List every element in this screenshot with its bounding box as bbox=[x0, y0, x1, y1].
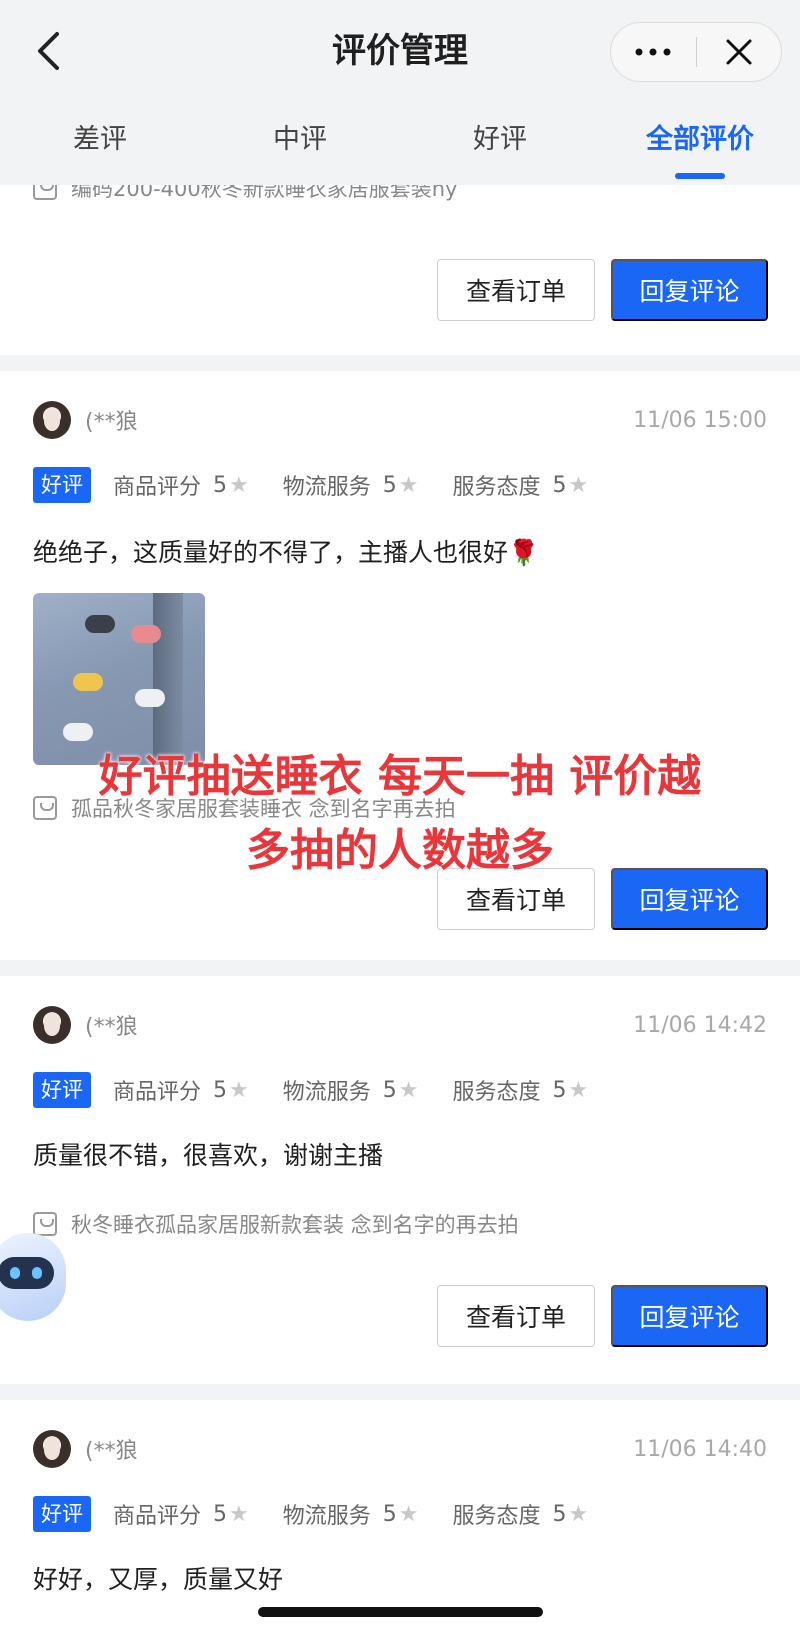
review-tabs: 差评 中评 好评 全部评价 bbox=[0, 112, 800, 185]
attitude-rating: 服务态度 5 ★ bbox=[453, 1074, 589, 1106]
more-icon[interactable] bbox=[611, 23, 696, 81]
rating-value: 5 bbox=[213, 1077, 228, 1103]
review-list: 编码200-400秋冬新款睡衣家居服套装ny 查看订单 回复评论 (**狼 11… bbox=[0, 176, 800, 1636]
view-order-button[interactable]: 查看订单 bbox=[437, 259, 595, 321]
review-header: (**狼 bbox=[33, 1430, 138, 1468]
bag-icon bbox=[33, 1212, 57, 1236]
rating-value: 5 bbox=[382, 1077, 397, 1103]
attitude-rating: 服务态度 5 ★ bbox=[453, 1498, 589, 1530]
tab-bad-reviews[interactable]: 差评 bbox=[0, 112, 200, 185]
goods-rating: 商品评分 5 ★ bbox=[113, 1498, 249, 1530]
review-time: 11/06 14:40 bbox=[633, 1437, 767, 1462]
rating-value: 5 bbox=[552, 472, 567, 498]
star-icon: ★ bbox=[398, 472, 419, 498]
rating-row: 好评 商品评分 5 ★ 物流服务 5 ★ 服务态度 5 ★ bbox=[33, 1072, 622, 1108]
tab-label: 差评 bbox=[73, 124, 127, 155]
review-comment: 绝绝子，这质量好的不得了，主播人也很好🌹 bbox=[33, 538, 540, 567]
top-bar: 评价管理 差评 中评 好评 全部评价 bbox=[0, 0, 800, 185]
active-tab-indicator bbox=[675, 173, 725, 179]
review-time: 11/06 15:00 bbox=[633, 408, 767, 433]
product-link[interactable]: 秋冬睡衣孤品家居服新款套装 念到名字的再去拍 bbox=[33, 1209, 519, 1239]
review-time: 11/06 14:42 bbox=[633, 1013, 767, 1038]
card-divider bbox=[0, 355, 800, 371]
rating-label: 服务态度 bbox=[452, 1080, 541, 1105]
review-header: (**狼 bbox=[33, 1006, 138, 1044]
reply-comment-button[interactable]: 回复评论 bbox=[611, 259, 768, 321]
star-icon: ★ bbox=[568, 1501, 589, 1527]
star-icon: ★ bbox=[229, 1077, 249, 1103]
star-icon: ★ bbox=[398, 1501, 419, 1527]
tab-label: 中评 bbox=[273, 124, 327, 155]
rating-value: 5 bbox=[552, 1077, 567, 1103]
star-icon: ★ bbox=[398, 1077, 419, 1103]
review-card: (**狼 11/06 14:40 好评 商品评分 5 ★ 物流服务 5 ★ 服务态度 5 ★… bbox=[0, 1400, 800, 1636]
review-card: (**狼 11/06 14:42 好评 商品评分 5 ★ 物流服务 5 ★ 服务态度 5 ★… bbox=[0, 976, 800, 1384]
rating-label: 物流服务 bbox=[282, 1504, 371, 1529]
rating-value: 5 bbox=[552, 1501, 567, 1527]
card-divider bbox=[0, 1384, 800, 1400]
rating-value: 5 bbox=[382, 1501, 397, 1527]
mini-program-capsule bbox=[610, 22, 782, 82]
good-review-badge: 好评 bbox=[33, 1072, 91, 1108]
photo-detail bbox=[135, 689, 165, 707]
rating-label: 商品评分 bbox=[113, 1504, 202, 1529]
rating-label: 物流服务 bbox=[282, 1080, 371, 1105]
rating-row: 好评 商品评分 5 ★ 物流服务 5 ★ 服务态度 5 ★ bbox=[33, 1496, 622, 1532]
card-divider bbox=[0, 960, 800, 976]
review-comment: 质量很不错，很喜欢，谢谢主播 bbox=[33, 1141, 384, 1170]
photo-detail bbox=[131, 625, 161, 643]
rating-value: 5 bbox=[213, 472, 228, 498]
avatar bbox=[33, 1430, 71, 1468]
tab-all-reviews[interactable]: 全部评价 bbox=[600, 112, 800, 185]
username: (**狼 bbox=[85, 1439, 138, 1464]
product-name: 秋冬睡衣孤品家居服新款套装 念到名字的再去拍 bbox=[71, 1213, 519, 1237]
goods-rating: 商品评分 5 ★ bbox=[113, 469, 249, 501]
logistics-rating: 物流服务 5 ★ bbox=[283, 1498, 419, 1530]
review-comment: 好好，又厚，质量又好 bbox=[33, 1565, 284, 1594]
photo-detail bbox=[63, 723, 93, 741]
good-review-badge: 好评 bbox=[33, 1496, 91, 1532]
rating-label: 商品评分 bbox=[113, 475, 202, 500]
attitude-rating: 服务态度 5 ★ bbox=[453, 469, 589, 501]
tab-neutral-reviews[interactable]: 中评 bbox=[200, 112, 400, 185]
promo-line: 多抽的人数越多 bbox=[246, 825, 554, 876]
rating-value: 5 bbox=[213, 1501, 228, 1527]
avatar bbox=[33, 401, 71, 439]
rating-row: 好评 商品评分 5 ★ 物流服务 5 ★ 服务态度 5 ★ bbox=[33, 467, 622, 503]
photo-detail bbox=[73, 673, 103, 691]
review-card-partial: 编码200-400秋冬新款睡衣家居服套装ny 查看订单 回复评论 bbox=[0, 176, 800, 355]
rating-label: 服务态度 bbox=[452, 1504, 541, 1529]
rating-label: 物流服务 bbox=[282, 475, 371, 500]
promo-overlay: 好评抽送睡衣 每天一抽 评价越 多抽的人数越多 bbox=[0, 740, 800, 888]
tab-label: 全部评价 bbox=[646, 124, 754, 155]
photo-detail bbox=[85, 615, 115, 633]
tab-good-reviews[interactable]: 好评 bbox=[400, 112, 600, 185]
username: (**狼 bbox=[85, 1015, 138, 1040]
star-icon: ★ bbox=[229, 472, 249, 498]
robot-face bbox=[0, 1257, 54, 1289]
logistics-rating: 物流服务 5 ★ bbox=[283, 469, 419, 501]
view-order-button[interactable]: 查看订单 bbox=[437, 1285, 595, 1347]
close-icon[interactable] bbox=[697, 23, 782, 81]
rating-label: 商品评分 bbox=[113, 1080, 202, 1105]
logistics-rating: 物流服务 5 ★ bbox=[283, 1074, 419, 1106]
review-header: (**狼 bbox=[33, 401, 138, 439]
home-indicator bbox=[258, 1607, 543, 1617]
rating-value: 5 bbox=[382, 472, 397, 498]
username: (**狼 bbox=[85, 410, 138, 435]
assistant-robot-icon[interactable] bbox=[0, 1233, 66, 1321]
star-icon: ★ bbox=[568, 472, 589, 498]
goods-rating: 商品评分 5 ★ bbox=[113, 1074, 249, 1106]
good-review-badge: 好评 bbox=[33, 467, 91, 503]
reply-comment-button[interactable]: 回复评论 bbox=[611, 1285, 768, 1347]
star-icon: ★ bbox=[568, 1077, 589, 1103]
promo-line: 好评抽送睡衣 每天一抽 评价越 bbox=[98, 751, 702, 802]
rating-label: 服务态度 bbox=[452, 475, 541, 500]
tab-label: 好评 bbox=[473, 124, 527, 155]
avatar bbox=[33, 1006, 71, 1044]
star-icon: ★ bbox=[229, 1501, 249, 1527]
